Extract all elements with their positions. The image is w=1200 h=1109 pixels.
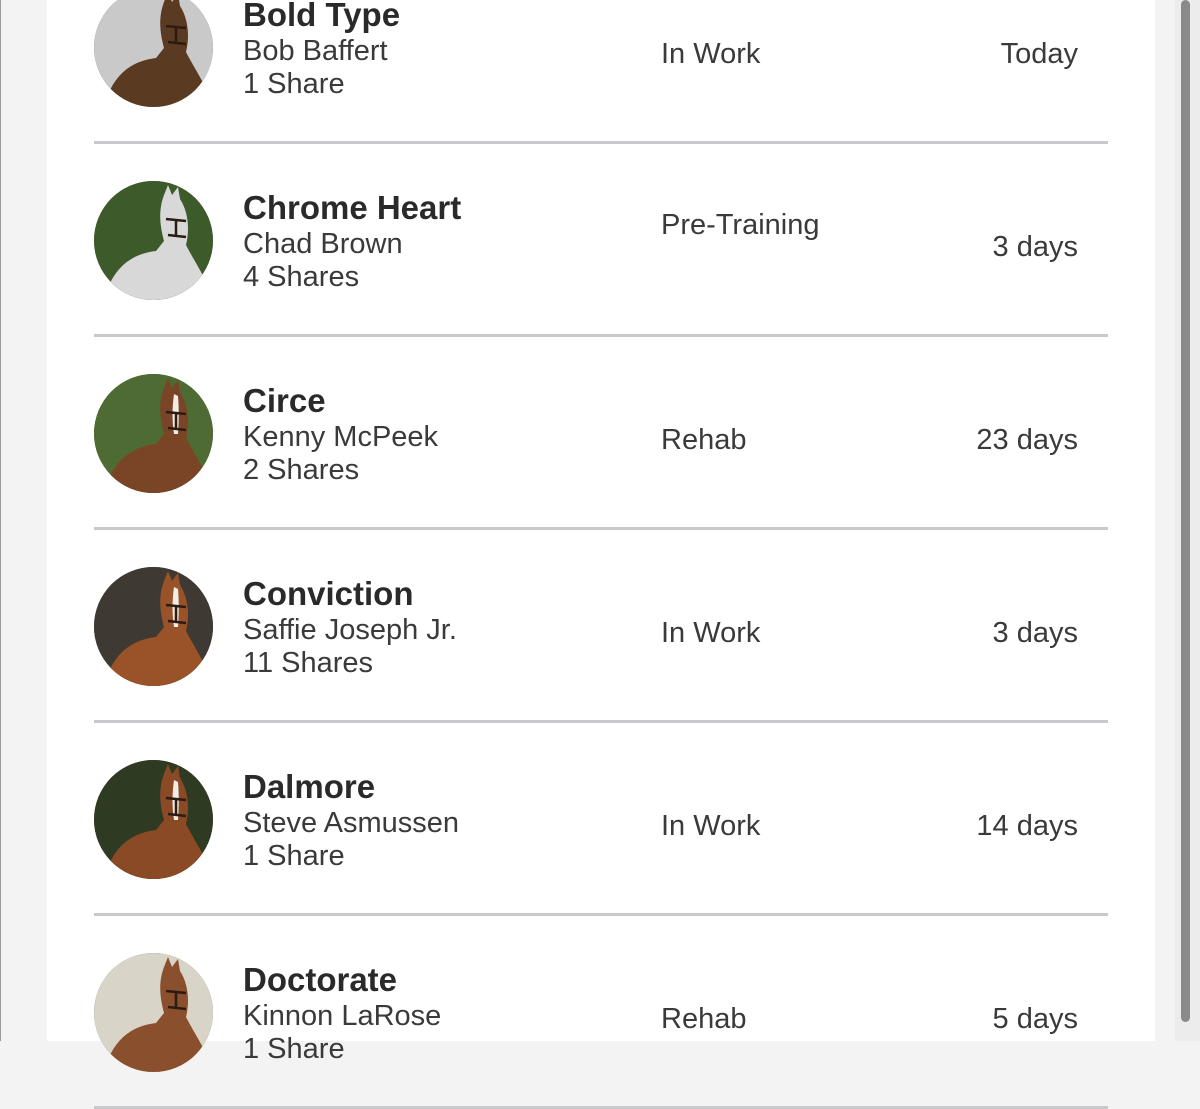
last-update: 3 days	[992, 231, 1078, 263]
horse-row-6[interactable]: Doctorate Kinnon LaRose 1 Share Rehab 5 …	[94, 916, 1108, 1109]
app-frame: Bold Type Bob Baffert 1 Share In Work To…	[0, 0, 1200, 1109]
last-update: 14 days	[976, 810, 1078, 842]
share-count: 1 Share	[243, 1033, 345, 1065]
trainer-name: Bob Baffert	[243, 35, 388, 67]
horse-photo	[94, 181, 213, 300]
scrollbar-thumb[interactable]	[1181, 0, 1190, 1022]
horse-status: In Work	[661, 810, 761, 842]
horse-photo	[94, 374, 213, 493]
horse-name[interactable]: Conviction	[243, 575, 414, 613]
horse-name[interactable]: Doctorate	[243, 961, 397, 999]
horse-row-1[interactable]: Bold Type Bob Baffert 1 Share In Work To…	[94, 0, 1108, 144]
horse-status: Rehab	[661, 1003, 747, 1035]
horse-name[interactable]: Dalmore	[243, 768, 375, 806]
last-update: 3 days	[992, 617, 1078, 649]
share-count: 11 Shares	[243, 647, 374, 679]
last-update: 5 days	[992, 1003, 1078, 1035]
horse-name[interactable]: Circe	[243, 382, 326, 420]
horse-row-4[interactable]: Conviction Saffie Joseph Jr. 11 Shares I…	[94, 530, 1108, 723]
share-count: 1 Share	[243, 68, 345, 100]
trainer-name: Steve Asmussen	[243, 807, 459, 839]
trainer-name: Saffie Joseph Jr.	[243, 614, 457, 646]
share-count: 2 Shares	[243, 454, 360, 486]
horse-name[interactable]: Chrome Heart	[243, 189, 461, 227]
share-count: 1 Share	[243, 840, 345, 872]
last-update: 23 days	[976, 424, 1078, 456]
trainer-name: Kinnon LaRose	[243, 1000, 442, 1032]
horse-name[interactable]: Bold Type	[243, 0, 400, 34]
horse-status: In Work	[661, 38, 761, 70]
share-count: 4 Shares	[243, 261, 360, 293]
horse-photo	[94, 0, 213, 107]
horse-row-3[interactable]: Circe Kenny McPeek 2 Shares Rehab 23 day…	[94, 337, 1108, 530]
horse-photo	[94, 567, 213, 686]
trainer-name: Chad Brown	[243, 228, 403, 260]
horse-photo	[94, 953, 213, 1072]
horse-status: Rehab	[661, 424, 747, 456]
horse-row-5[interactable]: Dalmore Steve Asmussen 1 Share In Work 1…	[94, 723, 1108, 916]
horse-status: In Work	[661, 617, 761, 649]
horse-photo	[94, 760, 213, 879]
last-update: Today	[1000, 38, 1078, 70]
horse-status: Pre-Training	[661, 209, 820, 241]
trainer-name: Kenny McPeek	[243, 421, 439, 453]
horse-row-2[interactable]: Chrome Heart Chad Brown 4 Shares Pre-Tra…	[94, 144, 1108, 337]
